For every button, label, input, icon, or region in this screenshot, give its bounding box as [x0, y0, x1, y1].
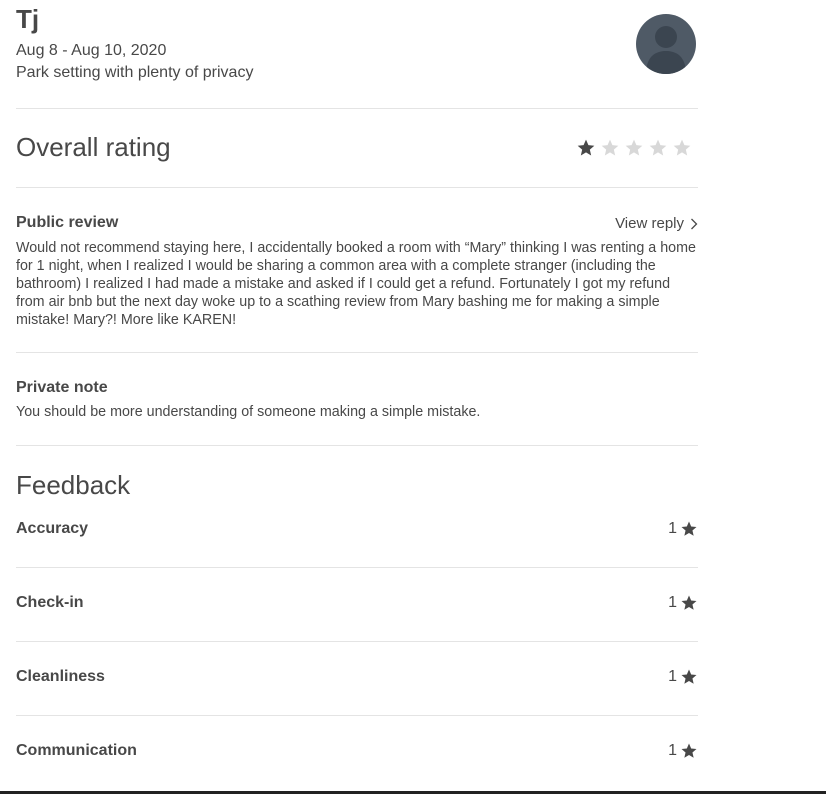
feedback-score: 1 — [668, 668, 698, 686]
feedback-score: 1 — [668, 520, 698, 538]
reviewer-name: Tj — [16, 4, 40, 34]
star-empty-icon — [625, 139, 643, 156]
view-reply-label: View reply — [615, 215, 684, 232]
feedback-score: 1 — [668, 594, 698, 612]
feedback-score-value: 1 — [668, 594, 677, 611]
overall-rating-title: Overall rating — [16, 132, 171, 162]
feedback-label: Accuracy — [16, 520, 89, 537]
feedback-label: Cleanliness — [16, 668, 105, 685]
stay-dates: Aug 8 - Aug 10, 2020 — [16, 42, 167, 59]
avatar[interactable] — [636, 14, 696, 74]
user-silhouette-icon — [646, 26, 686, 74]
feedback-row-communication: Communication 1 — [16, 742, 698, 782]
divider — [16, 352, 698, 353]
private-note-title: Private note — [16, 379, 108, 396]
star-icon — [681, 521, 697, 536]
feedback-score-value: 1 — [668, 742, 677, 759]
divider — [16, 187, 698, 188]
star-filled-icon — [577, 139, 595, 156]
divider — [16, 108, 698, 109]
feedback-row-cleanliness: Cleanliness 1 — [16, 668, 698, 708]
feedback-score-value: 1 — [668, 520, 677, 537]
feedback-label: Check-in — [16, 594, 84, 611]
public-review-text: Would not recommend staying here, I acci… — [16, 240, 696, 328]
private-note-text: You should be more understanding of some… — [16, 404, 481, 420]
chevron-right-icon — [691, 218, 698, 229]
divider — [16, 715, 698, 716]
feedback-row-accuracy: Accuracy 1 — [16, 520, 698, 560]
listing-name: Park setting with plenty of privacy — [16, 64, 254, 81]
public-review-title: Public review — [16, 214, 119, 231]
star-icon — [681, 595, 697, 610]
view-reply-link[interactable]: View reply — [615, 215, 698, 232]
star-empty-icon — [601, 139, 619, 156]
divider — [16, 567, 698, 568]
divider — [16, 445, 698, 446]
feedback-score-value: 1 — [668, 668, 677, 685]
feedback-row-check-in: Check-in 1 — [16, 594, 698, 634]
star-empty-icon — [673, 139, 691, 156]
overall-rating-stars — [576, 138, 692, 158]
star-icon — [681, 743, 697, 758]
feedback-score: 1 — [668, 742, 698, 760]
feedback-label: Communication — [16, 742, 137, 759]
star-icon — [681, 669, 697, 684]
divider — [16, 641, 698, 642]
feedback-title: Feedback — [16, 470, 131, 500]
star-empty-icon — [649, 139, 667, 156]
